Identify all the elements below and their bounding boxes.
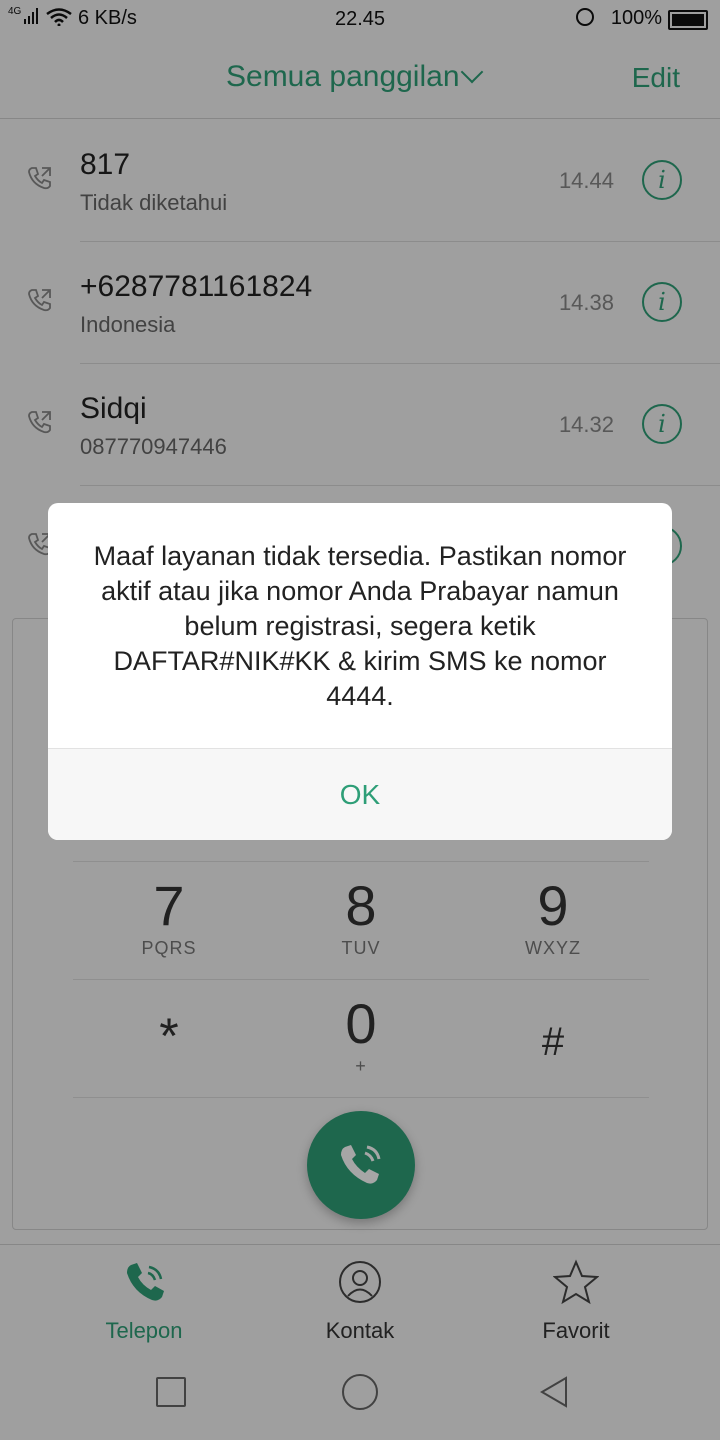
dialog-message: Maaf layanan tidak tersedia. Pastikan no… — [93, 541, 627, 711]
dialog-button-area: OK — [48, 748, 672, 840]
alert-dialog: Maaf layanan tidak tersedia. Pastikan no… — [48, 503, 672, 840]
ok-button[interactable]: OK — [48, 749, 672, 840]
